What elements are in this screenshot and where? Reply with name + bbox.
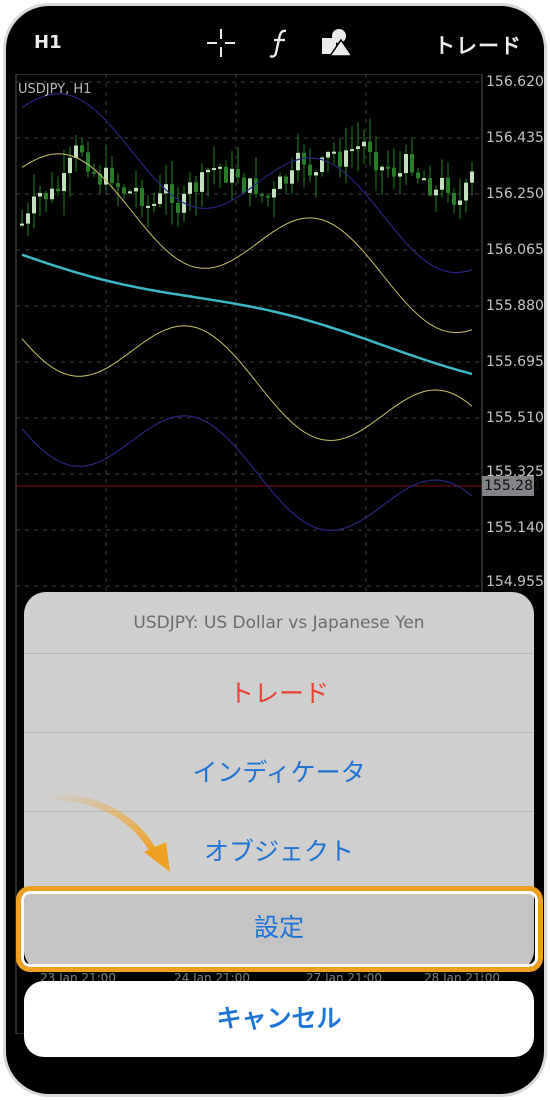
action-sheet: USDJPY: US Dollar vs Japanese Yen トレード イ… [24,592,534,972]
indicators-menu-item[interactable]: インディケータ [24,733,534,812]
trade-menu-item[interactable]: トレード [24,654,534,733]
settings-menu-item[interactable]: 設定 [24,891,534,971]
objects-menu-item[interactable]: オブジェクト [24,812,534,891]
action-sheet-title: USDJPY: US Dollar vs Japanese Yen [24,592,534,654]
cancel-button[interactable]: キャンセル [24,981,534,1057]
phone-frame: H1 トレード USDJPY, H1 156.620 156.435 156.2… [3,3,547,1097]
